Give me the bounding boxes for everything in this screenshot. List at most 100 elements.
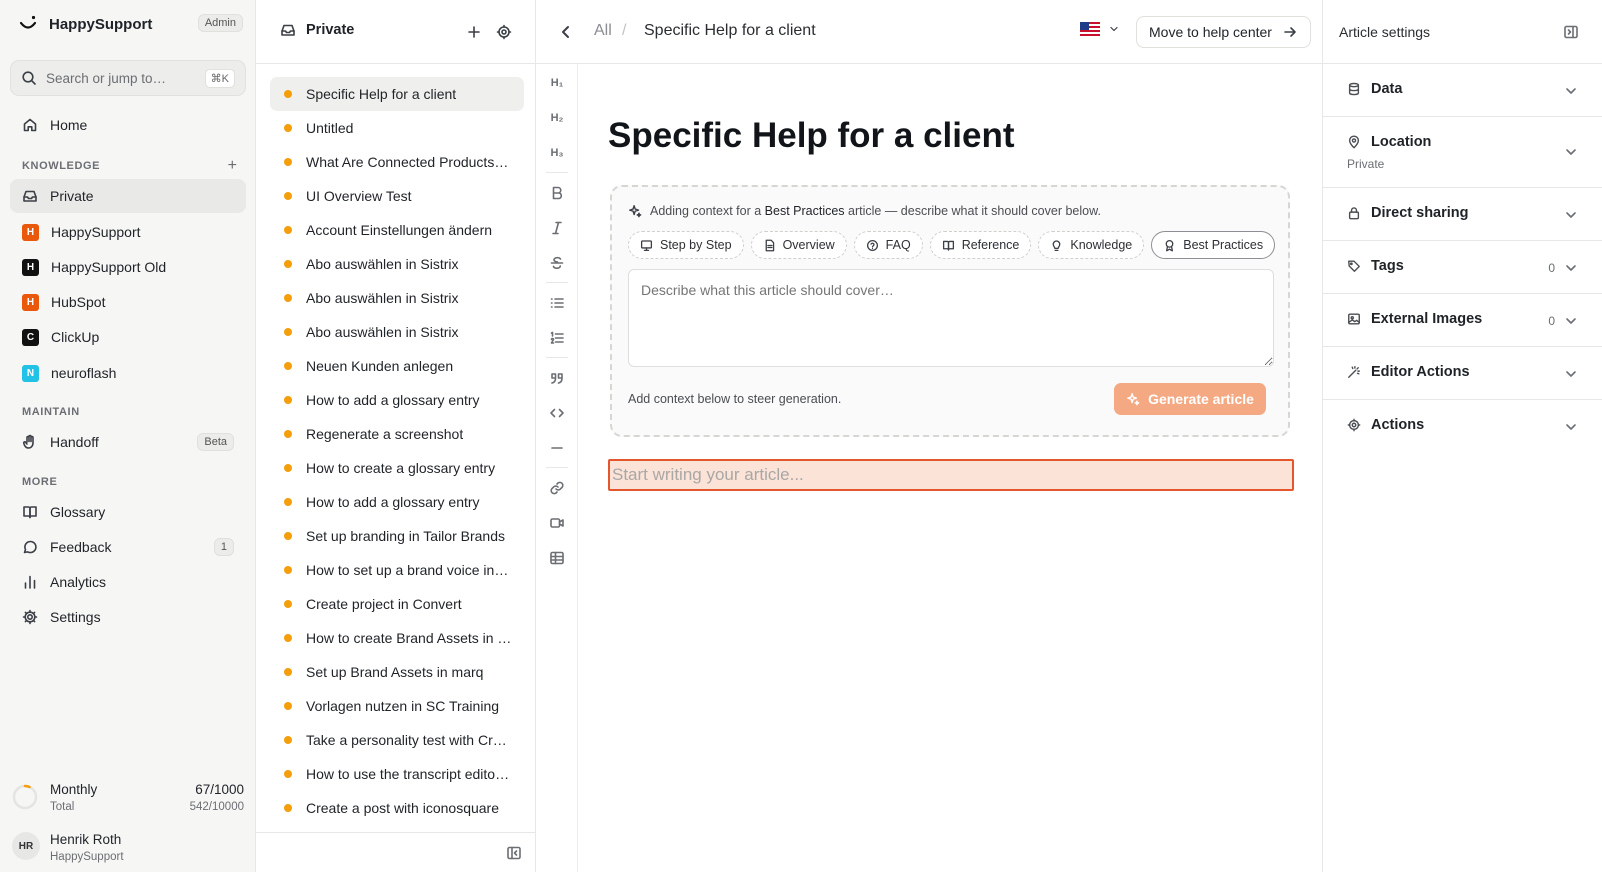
heading-1-button[interactable]: H₁ xyxy=(548,74,566,92)
list-item[interactable]: Untitled xyxy=(270,111,524,145)
chip-step-by-step[interactable]: Step by Step xyxy=(628,231,744,259)
context-textarea[interactable] xyxy=(628,269,1274,367)
add-article-button[interactable] xyxy=(466,24,482,40)
collapse-panel-icon[interactable] xyxy=(506,845,522,861)
add-knowledge-button[interactable]: + xyxy=(228,158,237,174)
numbered-list-icon[interactable] xyxy=(548,329,566,347)
list-item-title: What Are Connected Products… xyxy=(306,154,509,170)
list-item[interactable]: Abo auswählen in Sistrix xyxy=(270,281,524,315)
workspace-label: HappySupport Old xyxy=(51,259,167,275)
settings-section-data[interactable]: Data xyxy=(1323,64,1602,117)
back-button[interactable] xyxy=(558,24,574,40)
format-toolbar: H₁ H₂ H₃ xyxy=(536,64,578,872)
workspace-badge: N xyxy=(22,364,39,382)
breadcrumb-all[interactable]: All xyxy=(594,22,612,40)
chip-faq[interactable]: FAQ xyxy=(853,231,923,259)
nav-handoff[interactable]: Handoff Beta xyxy=(10,425,246,459)
chip-overview[interactable]: Overview xyxy=(750,231,847,259)
nav-private[interactable]: Private xyxy=(10,179,246,213)
editor-topbar: All / Specific Help for a client Move to… xyxy=(536,0,1322,64)
nav-analytics[interactable]: Analytics xyxy=(10,565,246,599)
nav-settings[interactable]: Settings xyxy=(10,600,246,634)
list-item-title: Specific Help for a client xyxy=(306,86,457,102)
settings-section-actions[interactable]: Actions xyxy=(1323,400,1602,453)
context-hint: Add context below to steer generation. xyxy=(628,392,842,406)
list-item[interactable]: Abo auswählen in Sistrix xyxy=(270,315,524,349)
chip-best-practices[interactable]: Best Practices xyxy=(1151,231,1276,259)
article-body-input[interactable]: Start writing your article... xyxy=(608,459,1294,491)
list-item[interactable]: Take a personality test with Cry… xyxy=(270,723,524,757)
list-item[interactable]: How to create Brand Assets in … xyxy=(270,621,524,655)
italic-icon[interactable] xyxy=(548,219,566,237)
nav-workspace-happysupport-old[interactable]: H HappySupport Old xyxy=(10,250,246,284)
heading-2-button[interactable]: H₂ xyxy=(548,109,566,127)
list-item-title: Set up branding in Tailor Brands xyxy=(306,528,505,544)
nav-feedback[interactable]: Feedback 1 xyxy=(10,530,246,564)
sidebar: HappySupport Admin Search or jump to… ⌘K… xyxy=(0,0,256,872)
quote-icon[interactable] xyxy=(548,369,566,387)
status-dot xyxy=(284,566,292,574)
move-to-help-center-button[interactable]: Move to help center xyxy=(1136,16,1311,48)
article-title[interactable]: Specific Help for a client xyxy=(608,116,1015,156)
nav-home[interactable]: Home xyxy=(10,108,246,142)
list-item[interactable]: How to create a glossary entry xyxy=(270,451,524,485)
workspace-label: ClickUp xyxy=(51,329,100,345)
chip-reference[interactable]: Reference xyxy=(929,231,1032,259)
sidebar-toggle-icon[interactable] xyxy=(1563,24,1579,40)
list-item[interactable]: Vorlagen nutzen in SC Training xyxy=(270,689,524,723)
strikethrough-icon[interactable] xyxy=(548,254,566,272)
chevron-down-icon xyxy=(1563,419,1579,435)
list-item[interactable]: Create project in Convert xyxy=(270,587,524,621)
settings-section-direct-sharing[interactable]: Direct sharing xyxy=(1323,188,1602,241)
list-item[interactable]: Specific Help for a client xyxy=(270,77,524,111)
settings-section-external-images[interactable]: External Images 0 xyxy=(1323,294,1602,347)
list-item[interactable]: What Are Connected Products… xyxy=(270,145,524,179)
chip-knowledge[interactable]: Knowledge xyxy=(1038,231,1145,259)
nav-feedback-label: Feedback xyxy=(50,539,112,555)
video-icon[interactable] xyxy=(548,514,566,532)
brand[interactable]: HappySupport xyxy=(18,13,152,35)
divider-icon[interactable] xyxy=(548,439,566,457)
language-selector[interactable] xyxy=(1080,22,1120,36)
nav-glossary[interactable]: Glossary xyxy=(10,495,246,529)
list-settings-button[interactable] xyxy=(496,24,512,40)
nav-workspace-neuroflash[interactable]: N neuroflash xyxy=(10,356,246,390)
bold-icon[interactable] xyxy=(548,184,566,202)
toolbar-divider xyxy=(546,172,568,173)
list-item[interactable]: UI Overview Test xyxy=(270,179,524,213)
list-item[interactable]: How to set up a brand voice in … xyxy=(270,553,524,587)
avatar: HR xyxy=(12,832,40,860)
link-icon[interactable] xyxy=(548,479,566,497)
status-dot xyxy=(284,464,292,472)
chevron-down-icon xyxy=(1563,313,1579,329)
list-item[interactable]: Set up Brand Assets in marq xyxy=(270,655,524,689)
list-item[interactable]: Account Einstellungen ändern xyxy=(270,213,524,247)
settings-section-tags[interactable]: Tags 0 xyxy=(1323,241,1602,294)
list-item-title: Vorlagen nutzen in SC Training xyxy=(306,698,500,714)
list-item[interactable]: Set up branding in Tailor Brands xyxy=(270,519,524,553)
settings-section-location[interactable]: Location Private xyxy=(1323,117,1602,188)
generate-article-button[interactable]: Generate article xyxy=(1114,383,1266,415)
user-menu[interactable]: HR Henrik Roth HappySupport xyxy=(12,828,244,868)
workspace-badge: H xyxy=(22,258,39,276)
list-item-title: How to create a glossary entry xyxy=(306,460,496,476)
bullet-list-icon[interactable] xyxy=(548,294,566,312)
nav-workspace-hubspot[interactable]: H HubSpot xyxy=(10,285,246,319)
context-suffix: article — describe what it should cover … xyxy=(844,204,1101,218)
list-item[interactable]: Abo auswählen in Sistrix xyxy=(270,247,524,281)
list-item[interactable]: Create a post with iconosquare xyxy=(270,791,524,825)
list-item[interactable]: How to use the transcript editor… xyxy=(270,757,524,791)
status-dot xyxy=(284,804,292,812)
code-icon[interactable] xyxy=(548,404,566,422)
settings-section-editor-actions[interactable]: Editor Actions xyxy=(1323,347,1602,400)
list-item[interactable]: Regenerate a screenshot xyxy=(270,417,524,451)
nav-workspace-happysupport[interactable]: H HappySupport xyxy=(10,215,246,249)
list-item[interactable]: How to add a glossary entry xyxy=(270,383,524,417)
list-item[interactable]: How to add a glossary entry xyxy=(270,485,524,519)
table-icon[interactable] xyxy=(548,549,566,567)
list-item[interactable]: Neuen Kunden anlegen xyxy=(270,349,524,383)
nav-workspace-clickup[interactable]: C ClickUp xyxy=(10,320,246,354)
heading-3-button[interactable]: H₃ xyxy=(548,144,566,162)
status-dot xyxy=(284,600,292,608)
search-input[interactable]: Search or jump to… ⌘K xyxy=(10,60,246,96)
